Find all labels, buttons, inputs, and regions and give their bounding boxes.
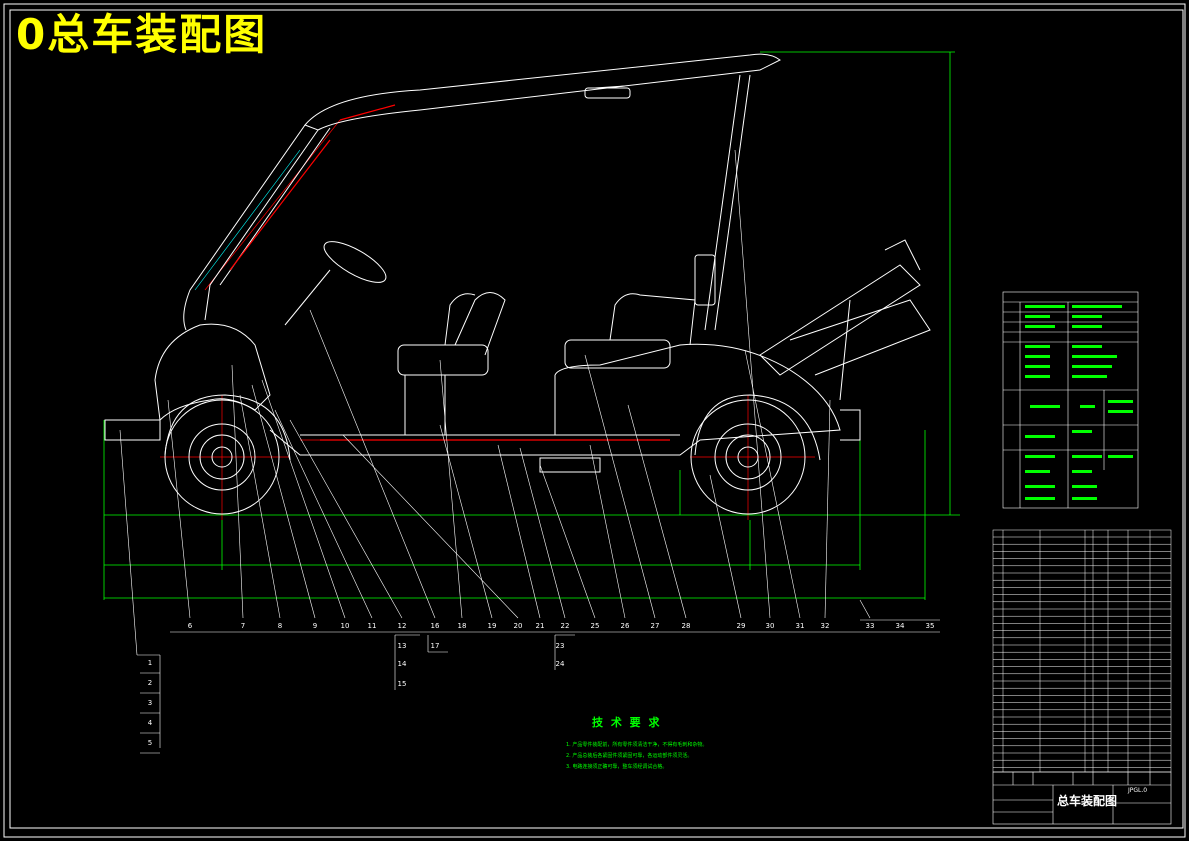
callout-number: 25 — [591, 622, 600, 630]
parts-list-frame — [992, 529, 1172, 773]
title-block-drawing-code: JPGL.0 — [1128, 787, 1148, 794]
callout-number: 4 — [148, 719, 153, 727]
title-block-drawing-title: 总车装配图 — [1057, 794, 1118, 808]
tech-requirement-note: 2. 产品总装后各紧固件须紧固可靠，各运动部件须灵活。 — [566, 753, 693, 759]
callout-number: 18 — [458, 622, 467, 630]
callout-number: 32 — [821, 622, 830, 630]
vehicle-body — [104, 53, 931, 473]
callout-number: 29 — [737, 622, 746, 630]
callout-number: 17 — [431, 642, 440, 650]
callout-number: 15 — [398, 680, 407, 688]
callout-number: 21 — [536, 622, 545, 630]
callout-number: 23 — [556, 642, 565, 650]
callout-number: 10 — [341, 622, 350, 630]
callout-number: 5 — [148, 739, 152, 747]
callout-number: 27 — [651, 622, 660, 630]
page-title: 0总车装配图 — [16, 10, 268, 59]
callout-number: 19 — [488, 622, 497, 630]
tech-requirement-note: 3. 电路连接须正确可靠，整车须经调试合格。 — [566, 764, 668, 770]
callout-number: 13 — [398, 642, 407, 650]
parts-list-table — [992, 529, 1172, 773]
callout-number: 8 — [278, 622, 282, 630]
callout-number: 28 — [682, 622, 691, 630]
callout-number: 24 — [556, 660, 565, 668]
callout-number: 22 — [561, 622, 570, 630]
callout-number: 31 — [796, 622, 805, 630]
callout-column: 1 2 3 4 5 — [140, 659, 160, 754]
tech-requirements-heading: 技 术 要 求 — [592, 716, 662, 729]
callout-number: 11 — [368, 622, 377, 630]
inner-border — [9, 9, 1184, 829]
callout-number: 3 — [148, 699, 152, 707]
outer-border — [3, 3, 1186, 838]
callout-number: 1 — [148, 659, 152, 667]
windshield-glass — [194, 149, 301, 291]
callout-number: 35 — [926, 622, 935, 630]
callout-number: 20 — [514, 622, 523, 630]
callout-number: 30 — [766, 622, 775, 630]
callout-number: 6 — [188, 622, 193, 630]
callout-number: 34 — [896, 622, 905, 630]
callout-number: 2 — [148, 679, 152, 687]
callout-number: 33 — [866, 622, 875, 630]
callout-number: 26 — [621, 622, 630, 630]
tech-requirement-note: 1. 产品零件装配前，所有零件须清洁干净，不得有毛刺和杂物。 — [566, 742, 708, 748]
callout-number: 12 — [398, 622, 407, 630]
callout-number: 16 — [431, 622, 440, 630]
callout-number: 9 — [313, 622, 317, 630]
callout-number: 7 — [241, 622, 245, 630]
tech-params-entries — [1025, 305, 1133, 500]
callout-number: 14 — [398, 660, 407, 668]
